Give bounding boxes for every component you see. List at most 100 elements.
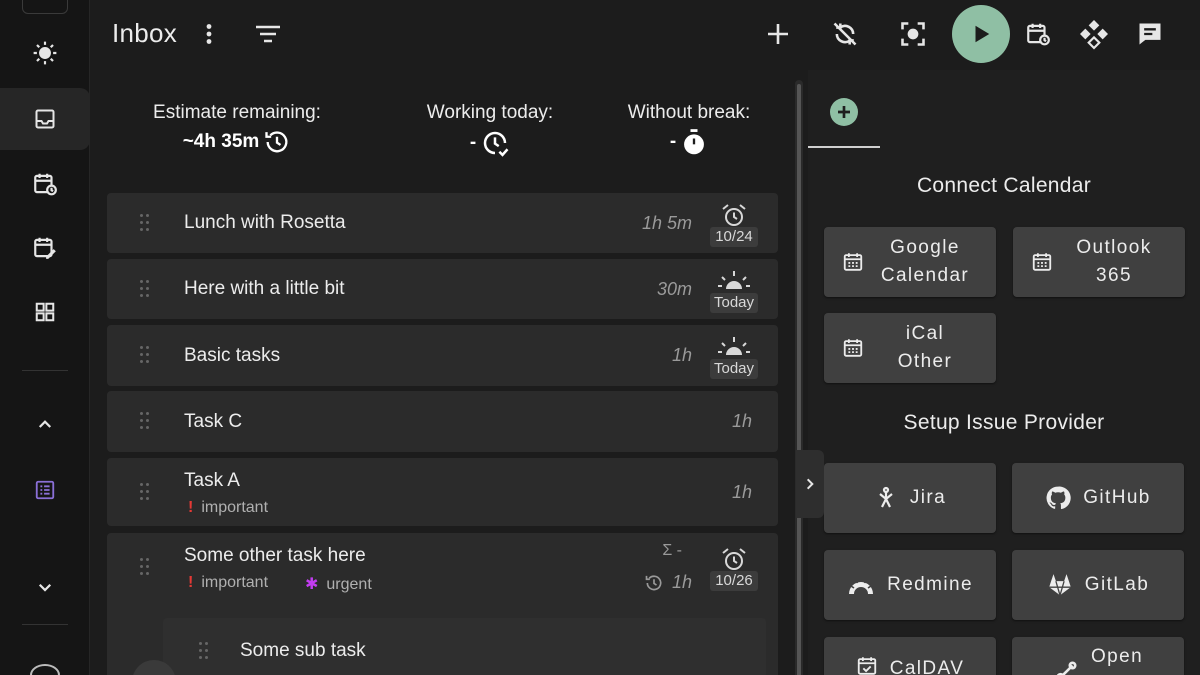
task-row[interactable]: Task A ! important 1h xyxy=(107,458,778,526)
without-break-value: - xyxy=(669,131,677,152)
tag-urgent[interactable]: ✱ urgent xyxy=(305,574,372,594)
outlook-365-button[interactable]: Outlook 365 xyxy=(1013,227,1185,297)
calendar-check-icon xyxy=(857,657,876,675)
rail-top-button[interactable] xyxy=(22,0,68,14)
task-schedule-date: 10/24 xyxy=(710,227,758,247)
github-button[interactable]: GitHub xyxy=(1012,463,1184,533)
rail-divider-bottom xyxy=(22,624,68,625)
google-calendar-button[interactable]: Google Calendar xyxy=(824,227,996,297)
open-project-button[interactable]: Open xyxy=(1012,637,1184,675)
gitlab-icon xyxy=(1048,574,1071,596)
add-panel-tab[interactable] xyxy=(808,88,880,148)
nav-planner[interactable] xyxy=(0,217,90,279)
sync-off-button[interactable] xyxy=(821,10,869,58)
drag-handle-icon[interactable] xyxy=(140,214,150,232)
search-icon[interactable] xyxy=(30,664,60,675)
calendar-edit-icon xyxy=(34,237,56,259)
plus-circle-icon xyxy=(830,98,858,126)
comment-icon xyxy=(1139,23,1161,45)
task-row[interactable]: Here with a little bit 30m Today xyxy=(107,259,778,319)
important-mark-icon: ! xyxy=(188,574,194,591)
sync-off-icon xyxy=(833,22,857,46)
tag-important[interactable]: ! important xyxy=(188,499,268,517)
task-row[interactable]: Lunch with Rosetta 1h 5m 10/24 xyxy=(107,193,778,253)
nav-project[interactable] xyxy=(0,459,90,521)
task-time-estimate[interactable]: 1h xyxy=(672,345,692,366)
subtask-sum-estimate: Σ - xyxy=(662,542,682,559)
caldav-button[interactable]: CalDAV xyxy=(824,637,996,675)
drag-handle-icon[interactable] xyxy=(140,483,150,501)
more-options-button[interactable] xyxy=(185,10,233,58)
side-nav-rail xyxy=(0,0,90,675)
github-icon xyxy=(1046,486,1071,510)
nav-my-day[interactable] xyxy=(0,22,90,84)
drag-handle-icon[interactable] xyxy=(140,346,150,364)
task-schedule-badge[interactable]: 10/26 xyxy=(708,547,760,591)
subtask-title[interactable]: Some sub task xyxy=(240,640,366,662)
urgent-mark-icon: ✱ xyxy=(305,576,319,593)
estimate-remaining-stat: Estimate remaining: ~4h 35m xyxy=(142,102,332,156)
without-break-stat: Without break: - xyxy=(614,102,764,156)
nav-collapse-up[interactable] xyxy=(0,393,90,455)
stopwatch-icon xyxy=(684,129,705,155)
button-label: GitLab xyxy=(1084,574,1150,595)
list-scrollbar-thumb[interactable] xyxy=(797,84,801,675)
schedule-button[interactable] xyxy=(1014,10,1062,58)
add-task-button[interactable] xyxy=(754,10,802,58)
task-schedule-badge[interactable]: Today xyxy=(708,335,760,379)
nav-boards[interactable] xyxy=(0,281,90,343)
task-time-estimate[interactable]: 1h xyxy=(644,572,692,593)
gitlab-button[interactable]: GitLab xyxy=(1012,550,1184,620)
task-title[interactable]: Task C xyxy=(184,411,242,433)
ical-other-button[interactable]: iCal Other xyxy=(824,313,996,383)
button-label-line2: 365 xyxy=(1096,265,1132,286)
task-row[interactable]: Basic tasks 1h Today xyxy=(107,325,778,386)
focus-mode-button[interactable] xyxy=(889,10,937,58)
filter-button[interactable] xyxy=(244,10,292,58)
subtask-row[interactable]: Some sub task xyxy=(163,618,766,675)
button-label: GitHub xyxy=(1083,487,1151,508)
button-label: Redmine xyxy=(887,574,973,595)
rail-divider xyxy=(22,370,68,371)
task-time-estimate[interactable]: 1h xyxy=(732,411,752,432)
button-label: Open xyxy=(1090,646,1144,667)
task-time-estimate[interactable]: 1h 5m xyxy=(642,213,692,234)
without-break-label: Without break: xyxy=(627,102,751,123)
task-schedule-badge[interactable]: Today xyxy=(708,269,760,313)
nav-inbox[interactable] xyxy=(0,88,90,150)
task-title[interactable]: Lunch with Rosetta xyxy=(184,212,346,234)
redmine-icon xyxy=(849,578,874,594)
drag-handle-icon[interactable] xyxy=(140,558,150,576)
button-label: CalDAV xyxy=(889,658,965,675)
redmine-button[interactable]: Redmine xyxy=(824,550,996,620)
jira-button[interactable]: Jira xyxy=(824,463,996,533)
button-label-line1: Outlook xyxy=(1076,237,1152,258)
start-tracking-button[interactable] xyxy=(952,5,1010,63)
task-title[interactable]: Task A xyxy=(184,470,240,492)
drag-handle-icon[interactable] xyxy=(199,642,209,660)
nav-schedule[interactable] xyxy=(0,153,90,215)
button-label-line2: Calendar xyxy=(880,265,970,286)
plugins-button[interactable] xyxy=(1070,10,1118,58)
task-title[interactable]: Some other task here xyxy=(184,545,366,567)
tag-label: important xyxy=(201,499,269,516)
nav-collapse-down[interactable] xyxy=(0,556,90,618)
play-icon xyxy=(975,25,990,43)
task-schedule-badge[interactable]: 10/24 xyxy=(708,203,760,247)
task-time-estimate[interactable]: 30m xyxy=(657,279,692,300)
focus-target-icon xyxy=(901,22,925,46)
drag-handle-icon[interactable] xyxy=(140,412,150,430)
task-time-estimate[interactable]: 1h xyxy=(732,482,752,503)
task-title[interactable]: Basic tasks xyxy=(184,345,280,367)
notes-button[interactable] xyxy=(1126,10,1174,58)
toggle-side-panel-button[interactable] xyxy=(796,450,824,518)
task-row[interactable]: Task C 1h xyxy=(107,391,778,452)
working-today-stat: Working today: - xyxy=(415,102,565,158)
calendar-icon xyxy=(843,253,863,271)
chevron-down-icon xyxy=(38,583,52,592)
tag-important[interactable]: ! important xyxy=(188,574,268,592)
task-title[interactable]: Here with a little bit xyxy=(184,278,345,300)
calendar-icon xyxy=(1032,253,1052,271)
clock-check-icon xyxy=(483,131,509,157)
drag-handle-icon[interactable] xyxy=(140,280,150,298)
